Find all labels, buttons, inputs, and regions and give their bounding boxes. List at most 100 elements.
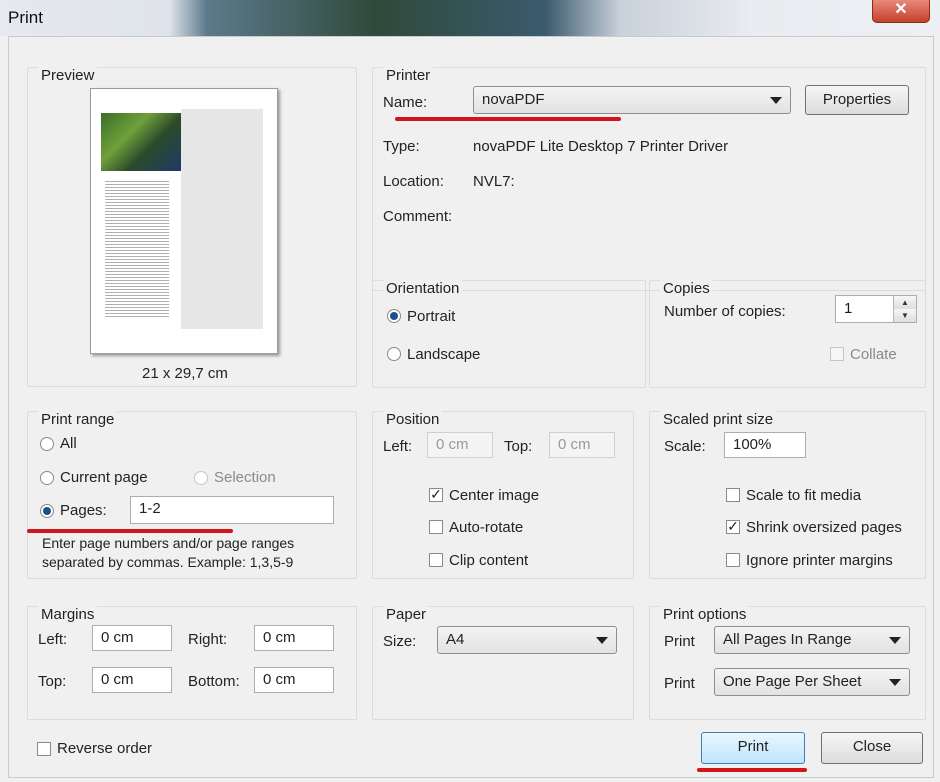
auto-rotate-label[interactable]: Auto-rotate <box>449 519 523 536</box>
landscape-label[interactable]: Landscape <box>407 346 480 363</box>
printer-name-select[interactable]: novaPDF <box>473 86 791 114</box>
landscape-radio[interactable] <box>387 347 401 361</box>
margin-top-label: Top: <box>38 673 67 690</box>
printer-location-value: NVL7: <box>473 173 515 190</box>
margins-label: Margins <box>38 606 98 623</box>
scale-to-fit-label[interactable]: Scale to fit media <box>746 487 861 504</box>
paper-group: Paper Size: A4 <box>372 606 634 720</box>
selection-label[interactable]: Selection <box>214 469 276 486</box>
annotation-underline-printer <box>395 117 621 121</box>
selection-radio[interactable] <box>194 471 208 485</box>
printer-type-value: novaPDF Lite Desktop 7 Printer Driver <box>473 138 729 155</box>
scale-label: Scale: <box>664 438 706 455</box>
paper-size-label: Size: <box>383 633 417 650</box>
position-group: Position Left: 0 cm Top: 0 cm ✓ Center i… <box>372 411 634 579</box>
annotation-underline-pages <box>27 529 233 533</box>
number-of-copies-label: Number of copies: <box>664 303 786 320</box>
print-button[interactable]: Print <box>701 732 805 764</box>
shrink-checkbox[interactable]: ✓ <box>726 519 740 534</box>
reverse-order-label[interactable]: Reverse order <box>57 740 152 757</box>
printer-location-label: Location: <box>383 173 444 190</box>
copies-value[interactable]: 1 <box>844 300 852 317</box>
collate-label[interactable]: Collate <box>850 346 897 363</box>
all-label[interactable]: All <box>60 435 77 452</box>
print-option-2-label: Print <box>664 675 695 692</box>
chevron-down-icon <box>596 637 608 644</box>
printer-type-label: Type: <box>383 138 420 155</box>
scale-to-fit-checkbox[interactable] <box>726 488 740 502</box>
scaled-group: Scaled print size Scale: 100% Scale to f… <box>649 411 926 579</box>
margins-group: Margins Left: 0 cm Right: 0 cm Top: 0 cm… <box>27 606 357 720</box>
scaled-label: Scaled print size <box>660 411 777 428</box>
chevron-up-icon[interactable]: ▲ <box>893 296 916 310</box>
close-icon[interactable]: ✕ <box>872 0 930 23</box>
margin-bottom-input[interactable]: 0 cm <box>254 667 334 693</box>
shrink-label[interactable]: Shrink oversized pages <box>746 519 902 536</box>
margin-left-input[interactable]: 0 cm <box>92 625 172 651</box>
close-button[interactable]: Close <box>821 732 923 764</box>
preview-size: 21 x 29,7 cm <box>142 365 228 382</box>
print-options-label: Print options <box>660 606 750 623</box>
collate-checkbox[interactable] <box>830 347 844 361</box>
chevron-down-icon[interactable]: ▼ <box>893 309 916 322</box>
printer-comment-label: Comment: <box>383 208 453 225</box>
margin-top-input[interactable]: 0 cm <box>92 667 172 693</box>
portrait-radio[interactable] <box>387 309 401 323</box>
reverse-order-checkbox[interactable] <box>37 742 51 756</box>
preview-label: Preview <box>38 67 98 84</box>
current-page-label[interactable]: Current page <box>60 469 148 486</box>
print-range-option-select[interactable]: All Pages In Range <box>714 626 910 654</box>
chevron-down-icon <box>889 679 901 686</box>
title-bar[interactable]: Print ✕ <box>0 0 940 36</box>
pages-per-sheet-select[interactable]: One Page Per Sheet <box>714 668 910 696</box>
clip-content-checkbox[interactable] <box>429 553 443 567</box>
position-left-input[interactable]: 0 cm <box>427 432 493 458</box>
preview-column <box>181 109 263 329</box>
preview-group: Preview 21 x 29,7 cm <box>27 67 357 387</box>
print-range-option-value: All Pages In Range <box>723 631 852 648</box>
margin-right-input[interactable]: 0 cm <box>254 625 334 651</box>
pages-radio[interactable] <box>40 504 54 518</box>
printer-label: Printer <box>383 67 434 84</box>
auto-rotate-checkbox[interactable] <box>429 520 443 534</box>
all-radio[interactable] <box>40 437 54 451</box>
pages-hint-line2: separated by commas. Example: 1,3,5-9 <box>42 554 294 570</box>
position-top-input[interactable]: 0 cm <box>549 432 615 458</box>
center-image-checkbox[interactable]: ✓ <box>429 487 443 502</box>
properties-button[interactable]: Properties <box>805 85 909 115</box>
copies-stepper[interactable]: 1 ▲ ▼ <box>835 295 917 323</box>
print-options-group: Print options Print All Pages In Range P… <box>649 606 926 720</box>
margin-bottom-label: Bottom: <box>188 673 240 690</box>
clip-content-label[interactable]: Clip content <box>449 552 528 569</box>
pages-label[interactable]: Pages: <box>60 502 107 519</box>
printer-name-value: novaPDF <box>482 91 545 108</box>
chevron-down-icon <box>770 97 782 104</box>
print-range-group: Print range All Current page Selection P… <box>27 411 357 579</box>
margin-left-label: Left: <box>38 631 68 648</box>
portrait-label[interactable]: Portrait <box>407 308 455 325</box>
paper-size-value: A4 <box>446 631 465 648</box>
current-page-radio[interactable] <box>40 471 54 485</box>
paper-size-select[interactable]: A4 <box>437 626 617 654</box>
orientation-group: Orientation Portrait Landscape <box>372 280 646 388</box>
position-top-label: Top: <box>504 438 533 455</box>
preview-page <box>90 88 278 354</box>
printer-name-label: Name: <box>383 94 428 111</box>
scale-input[interactable]: 100% <box>724 432 806 458</box>
dialog-body: Preview 21 x 29,7 cm Printer Name: novaP… <box>8 36 934 778</box>
margin-right-label: Right: <box>188 631 228 648</box>
paper-label: Paper <box>383 606 430 623</box>
print-option-1-label: Print <box>664 633 695 650</box>
annotation-underline-print <box>697 768 807 772</box>
ignore-margins-checkbox[interactable] <box>726 553 740 567</box>
printer-group: Printer Name: novaPDF Properties Type: n… <box>372 67 926 291</box>
pages-per-sheet-value: One Page Per Sheet <box>723 673 862 690</box>
pages-input[interactable]: 1-2 <box>130 496 334 524</box>
center-image-label[interactable]: Center image <box>449 487 539 504</box>
preview-text-lines <box>105 179 169 319</box>
window-title: Print <box>8 8 43 27</box>
position-label: Position <box>383 411 443 428</box>
pages-hint-line1: Enter page numbers and/or page ranges <box>42 535 295 551</box>
ignore-margins-label[interactable]: Ignore printer margins <box>746 552 893 569</box>
chevron-down-icon <box>889 637 901 644</box>
